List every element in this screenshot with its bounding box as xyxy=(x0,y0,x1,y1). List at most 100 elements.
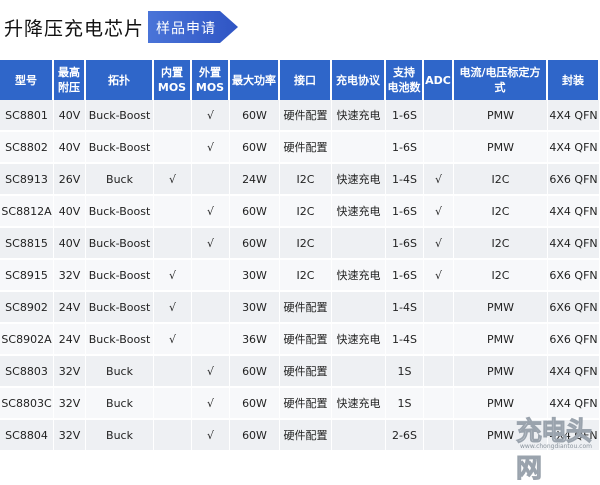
table-cell: PMW xyxy=(454,356,548,388)
model-link[interactable]: SC8902A xyxy=(0,324,54,356)
table-cell xyxy=(332,292,386,324)
table-cell: 快速充电 xyxy=(332,324,386,356)
table-cell: Buck-Boost xyxy=(86,132,154,164)
table-cell: 32V xyxy=(54,356,86,388)
table-cell: I2C xyxy=(454,228,548,260)
table-cell: Buck-Boost xyxy=(86,292,154,324)
table-cell: 32V xyxy=(54,388,86,420)
table-cell: Buck xyxy=(86,388,154,420)
table-cell xyxy=(154,228,192,260)
table-cell: 30W xyxy=(230,292,280,324)
table-cell: I2C xyxy=(454,260,548,292)
table-cell: 60W xyxy=(230,132,280,164)
table-cell: 4X4 QFN xyxy=(548,100,600,132)
table-cell: I2C xyxy=(280,196,332,228)
table-cell: √ xyxy=(192,196,230,228)
model-link[interactable]: SC8902 xyxy=(0,292,54,324)
table-cell xyxy=(154,196,192,228)
table-cell: 6X6 QFN xyxy=(548,164,600,196)
table-cell: Buck-Boost xyxy=(86,196,154,228)
table-cell: 1-6S xyxy=(386,260,424,292)
table-cell xyxy=(192,260,230,292)
table-cell xyxy=(424,420,454,452)
model-link[interactable]: SC8815 xyxy=(0,228,54,260)
table-cell xyxy=(332,132,386,164)
table-cell: 快速充电 xyxy=(332,260,386,292)
table-cell: I2C xyxy=(280,228,332,260)
table-cell: 4X4 QFN xyxy=(548,356,600,388)
table-cell: 硬件配置 xyxy=(280,292,332,324)
model-link[interactable]: SC8802 xyxy=(0,132,54,164)
table-cell: √ xyxy=(154,164,192,196)
table-cell: 1-4S xyxy=(386,324,424,356)
table-cell: Buck xyxy=(86,420,154,452)
table-cell: 60W xyxy=(230,100,280,132)
table-cell: 硬件配置 xyxy=(280,388,332,420)
table-cell: I2C xyxy=(280,164,332,196)
column-header: ADC xyxy=(424,60,454,100)
table-cell: 60W xyxy=(230,420,280,452)
table-cell: √ xyxy=(424,196,454,228)
table-cell xyxy=(192,324,230,356)
table-cell: 6X6 QFN xyxy=(548,292,600,324)
model-link[interactable]: SC8801 xyxy=(0,100,54,132)
table-row: SC8915 32V Buck-Boost √ 30W I2C 快速充电 1-6S √ I2C 6X… xyxy=(0,260,600,292)
table-cell xyxy=(424,324,454,356)
table-row: SC8913 26V Buck √ 24W I2C 快速充电 1-4S √ I2C 6X6 QFN xyxy=(0,164,600,196)
model-link[interactable]: SC8915 xyxy=(0,260,54,292)
table-cell: 32V xyxy=(54,260,86,292)
column-header: 内置 MOS xyxy=(154,60,192,100)
table-cell: √ xyxy=(154,324,192,356)
table-cell: √ xyxy=(192,132,230,164)
table-cell: √ xyxy=(424,164,454,196)
model-link[interactable]: SC8803C xyxy=(0,388,54,420)
table-cell: 6X6 QFN xyxy=(548,260,600,292)
table-cell: Buck-Boost xyxy=(86,324,154,356)
table-cell: 40V xyxy=(54,100,86,132)
table-cell: 硬件配置 xyxy=(280,420,332,452)
model-link[interactable]: SC8913 xyxy=(0,164,54,196)
table-cell xyxy=(332,356,386,388)
table-cell xyxy=(424,100,454,132)
table-cell: I2C xyxy=(454,164,548,196)
column-header: 电流/电压标定方式 xyxy=(454,60,548,100)
column-header: 拓扑 xyxy=(86,60,154,100)
table-cell: 1-4S xyxy=(386,292,424,324)
table-cell: 24V xyxy=(54,324,86,356)
table-row: SC8804 32V Buck √ 60W 硬件配置 2-6S PMW 4X4 QFN xyxy=(0,420,600,452)
table-cell: 40V xyxy=(54,132,86,164)
table-cell: 4X4 QFN xyxy=(548,196,600,228)
model-link[interactable]: SC8812A xyxy=(0,196,54,228)
table-cell: 26V xyxy=(54,164,86,196)
column-header: 型号 xyxy=(0,60,54,100)
table-cell: 1-6S xyxy=(386,228,424,260)
table-cell: 60W xyxy=(230,228,280,260)
model-link[interactable]: SC8804 xyxy=(0,420,54,452)
table-cell: I2C xyxy=(454,196,548,228)
table-cell: √ xyxy=(424,228,454,260)
table-cell: 6X6 QFN xyxy=(548,324,600,356)
sample-request-label: 样品申请 xyxy=(156,21,216,37)
table-row: SC8812A 40V Buck-Boost √ 60W I2C 快速充电 1-6S √ I2C 4… xyxy=(0,196,600,228)
table-cell: 24V xyxy=(54,292,86,324)
table-cell: 32V xyxy=(54,420,86,452)
table-row: SC8902A 24V Buck-Boost √ 36W 硬件配置 快速充电 1-4S PMW 6… xyxy=(0,324,600,356)
table-cell: 快速充电 xyxy=(332,196,386,228)
model-link[interactable]: SC8803 xyxy=(0,356,54,388)
table-cell: 硬件配置 xyxy=(280,100,332,132)
table-row: SC8803 32V Buck √ 60W 硬件配置 1S PMW 4X4 QFN xyxy=(0,356,600,388)
table-cell xyxy=(424,132,454,164)
chip-spec-table: 型号 最高 附压 拓扑 内置 MOS 外置 MOS 最大功率 接口 充电协议 支持 电池数 ADC 电流/电… xyxy=(0,60,600,452)
table-cell xyxy=(332,228,386,260)
watermark-url: www.chongdiantou.com xyxy=(520,443,592,450)
table-row: SC8801 40V Buck-Boost √ 60W 硬件配置 快速充电 1-6S PMW 4X… xyxy=(0,100,600,132)
column-header: 充电协议 xyxy=(332,60,386,100)
table-cell xyxy=(424,292,454,324)
table-cell: 快速充电 xyxy=(332,164,386,196)
table-cell: 60W xyxy=(230,388,280,420)
table-cell: 1-6S xyxy=(386,196,424,228)
table-cell: 硬件配置 xyxy=(280,356,332,388)
table-cell: √ xyxy=(424,260,454,292)
sample-request-button[interactable]: 样品申请 xyxy=(148,9,240,45)
table-cell: 快速充电 xyxy=(332,100,386,132)
